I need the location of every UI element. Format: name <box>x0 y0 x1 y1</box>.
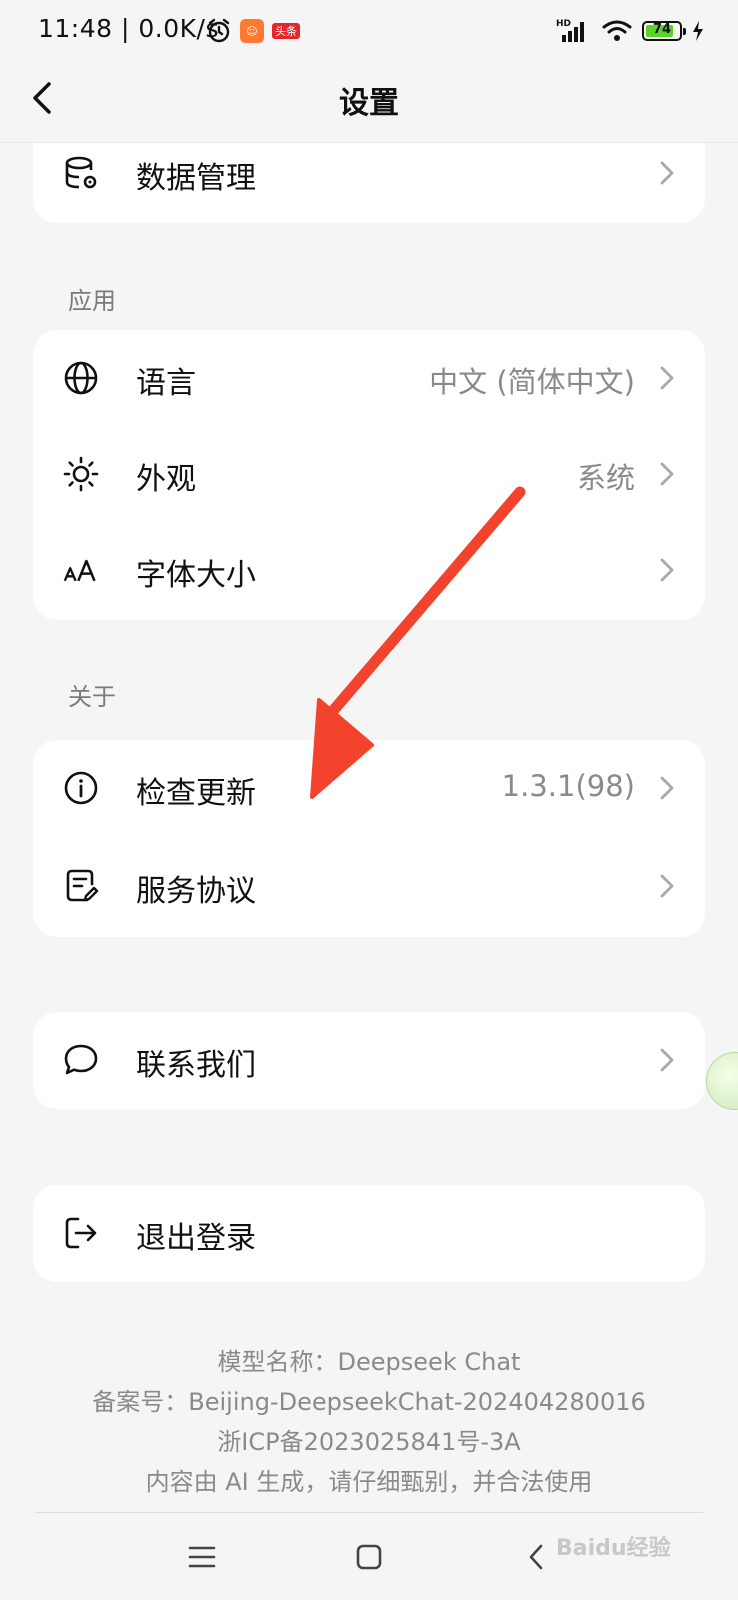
chevron-right-icon <box>660 1048 674 1072</box>
section-title-about: 关于 <box>68 683 116 711</box>
row-logout[interactable]: 退出登录 <box>33 1185 705 1281</box>
status-bar: 11:48 | 0.0K/s ☺ 头条 HD 74 <box>0 0 738 64</box>
row-language[interactable]: 语言 中文 (简体中文) <box>33 330 705 426</box>
battery-icon: 74 <box>642 21 686 41</box>
apps-card: 语言 中文 (简体中文) 外观 系统 字体大小 <box>33 330 705 620</box>
about-card: 检查更新 1.3.1(98) 服务协议 <box>33 740 705 937</box>
row-service-agreement[interactable]: 服务协议 <box>33 838 705 934</box>
chevron-right-icon <box>660 558 674 582</box>
chevron-right-icon <box>660 462 674 486</box>
square-icon <box>356 1544 382 1570</box>
charging-icon <box>693 21 703 41</box>
home-button[interactable] <box>347 1535 391 1579</box>
app-notification-icon: ☺ <box>240 19 264 43</box>
database-settings-icon <box>63 155 99 191</box>
row-contact-us[interactable]: 联系我们 <box>33 1012 705 1108</box>
section-title-apps: 应用 <box>68 287 116 315</box>
document-edit-icon <box>63 868 99 904</box>
status-system-icons: HD 74 <box>556 18 704 44</box>
menu-button[interactable] <box>180 1535 224 1579</box>
back-triangle-icon <box>529 1544 543 1570</box>
row-value: 中文 (简体中文) <box>429 365 635 399</box>
row-label: 数据管理 <box>136 161 256 196</box>
row-label: 字体大小 <box>136 558 256 593</box>
status-time: 11:48 | 0.0K/s <box>38 14 219 43</box>
row-value: 系统 <box>576 461 635 495</box>
footer-model-name: 模型名称：Deepseek Chat <box>217 1348 521 1376</box>
watermark: Baidu经验 <box>556 1536 671 1561</box>
data-card: 数据管理 <box>33 143 705 223</box>
battery-percent: 74 <box>652 22 672 37</box>
alarm-icon <box>208 18 230 43</box>
row-appearance[interactable]: 外观 系统 <box>33 426 705 522</box>
row-data-management[interactable]: 数据管理 <box>33 125 705 221</box>
floating-assistant-button[interactable] <box>706 1052 738 1110</box>
row-font-size[interactable]: 字体大小 <box>33 522 705 618</box>
chat-bubble-icon <box>63 1042 99 1078</box>
row-label: 退出登录 <box>136 1221 256 1256</box>
signal-icon: HD <box>556 19 584 42</box>
row-value: 1.3.1(98) <box>501 769 635 803</box>
footer-info: 模型名称：Deepseek Chat 备案号：Beijing-DeepseekC… <box>0 1342 738 1502</box>
chevron-right-icon <box>660 366 674 390</box>
row-label: 联系我们 <box>136 1048 256 1083</box>
sun-icon <box>63 456 99 492</box>
info-icon <box>63 770 99 806</box>
page-title: 设置 <box>339 86 399 121</box>
row-label: 语言 <box>136 366 196 401</box>
status-notification-icons: ☺ 头条 <box>206 18 300 44</box>
globe-icon <box>63 360 99 396</box>
menu-icon <box>188 1546 216 1568</box>
footer-filing-number: 备案号：Beijing-DeepseekChat-202404280016 <box>92 1388 646 1416</box>
footer-icp: 浙ICP备2023025841号-3A <box>217 1428 521 1456</box>
footer-disclaimer: 内容由 AI 生成，请仔细甄别，并合法使用 <box>145 1468 593 1496</box>
system-back-button[interactable] <box>514 1535 558 1579</box>
toutiao-notification-icon: 头条 <box>272 23 300 39</box>
logout-icon <box>63 1215 99 1251</box>
chevron-right-icon <box>660 776 674 800</box>
contact-card: 联系我们 <box>33 1012 705 1109</box>
row-check-update[interactable]: 检查更新 1.3.1(98) <box>33 740 705 836</box>
wifi-icon <box>602 20 632 41</box>
row-label: 检查更新 <box>136 776 256 811</box>
chevron-right-icon <box>660 874 674 898</box>
row-label: 服务协议 <box>136 874 256 909</box>
logout-card: 退出登录 <box>33 1185 705 1282</box>
font-size-icon <box>63 552 99 588</box>
svg-text:HD: HD <box>556 19 571 29</box>
row-label: 外观 <box>136 462 196 497</box>
chevron-right-icon <box>660 161 674 185</box>
